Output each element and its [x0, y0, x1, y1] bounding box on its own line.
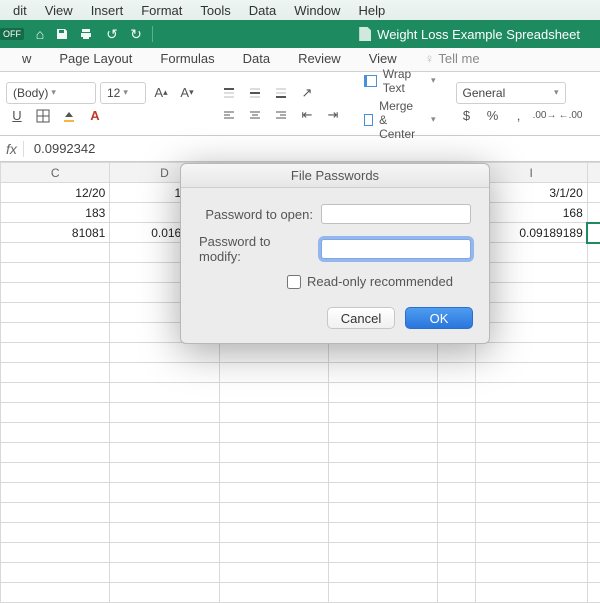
print-icon[interactable]	[79, 27, 97, 41]
tab-review[interactable]: Review	[284, 47, 355, 71]
table-row[interactable]	[1, 343, 600, 363]
fx-icon[interactable]: fx	[6, 141, 24, 157]
cell[interactable]: 12/20	[1, 183, 110, 203]
mac-menubar: dit View Insert Format Tools Data Window…	[0, 0, 600, 20]
col-header-c[interactable]: C	[1, 163, 110, 183]
menu-data[interactable]: Data	[240, 3, 285, 18]
menu-format[interactable]: Format	[132, 3, 191, 18]
fill-color-icon[interactable]	[58, 106, 80, 126]
font-size-value: 12	[107, 86, 120, 100]
menu-help[interactable]: Help	[349, 3, 394, 18]
menu-view[interactable]: View	[36, 3, 82, 18]
align-left-icon[interactable]	[218, 105, 240, 125]
percent-icon[interactable]: %	[482, 106, 504, 126]
col-header-j[interactable]: J	[587, 163, 600, 183]
merge-center-button[interactable]: Merge & Center▾	[364, 99, 436, 141]
menu-tools[interactable]: Tools	[191, 3, 239, 18]
increase-decimal-icon[interactable]: .00→	[534, 106, 556, 126]
table-row[interactable]	[1, 443, 600, 463]
align-center-icon[interactable]	[244, 105, 266, 125]
menu-window[interactable]: Window	[285, 3, 349, 18]
selected-cell[interactable]: 0.0972973	[587, 223, 600, 243]
orientation-icon[interactable]: ↗	[296, 83, 318, 103]
table-row[interactable]	[1, 543, 600, 563]
decrease-indent-icon[interactable]: ⇤	[296, 105, 318, 125]
ribbon-tabs: w Page Layout Formulas Data Review View …	[0, 48, 600, 72]
col-header-i[interactable]: I	[475, 163, 587, 183]
readonly-checkbox[interactable]	[287, 275, 301, 289]
number-format-dropdown[interactable]: General▾	[456, 82, 566, 104]
comma-icon[interactable]: ,	[508, 106, 530, 126]
tell-me-label: Tell me	[438, 51, 479, 66]
tab-page-layout[interactable]: Page Layout	[45, 47, 146, 71]
cell[interactable]: 3/8/20	[587, 183, 600, 203]
table-row[interactable]	[1, 483, 600, 503]
increase-font-icon[interactable]: A▴	[150, 83, 172, 103]
font-name-value: (Body)	[13, 86, 48, 100]
document-icon	[359, 27, 371, 41]
decrease-decimal-icon[interactable]: ←.00	[560, 106, 582, 126]
wrap-text-icon	[364, 75, 377, 87]
menu-edit[interactable]: dit	[4, 3, 36, 18]
cell[interactable]: 183	[1, 203, 110, 223]
cell[interactable]: 3/1/20	[475, 183, 587, 203]
font-color-icon[interactable]: A	[84, 106, 106, 126]
dialog-title: File Passwords	[181, 164, 489, 188]
tab-data[interactable]: Data	[229, 47, 284, 71]
home-icon[interactable]: ⌂	[31, 26, 49, 42]
undo-icon[interactable]: ↺	[103, 26, 121, 43]
tab-unknown[interactable]: w	[8, 47, 45, 71]
cell[interactable]: 168	[475, 203, 587, 223]
ribbon: (Body)▾ 12▾ A▴ A▾ U A ↗	[0, 72, 600, 136]
formula-value[interactable]: 0.0992342	[30, 141, 594, 156]
table-row[interactable]	[1, 363, 600, 383]
table-row[interactable]	[1, 523, 600, 543]
wrap-text-label: Wrap Text	[383, 67, 422, 95]
merge-icon	[364, 114, 373, 126]
ok-button[interactable]: OK	[405, 307, 473, 329]
password-modify-label: Password to modify:	[199, 234, 313, 264]
save-icon[interactable]	[55, 27, 73, 41]
merge-center-label: Merge & Center	[379, 99, 422, 141]
app-titlebar: OFF ⌂ ↺ ↻ Weight Loss Example Spreadshee…	[0, 20, 600, 48]
formula-bar: fx 0.0992342	[0, 136, 600, 162]
cell[interactable]: 81081	[1, 223, 110, 243]
document-title: Weight Loss Example Spreadsheet	[377, 27, 580, 42]
align-top-icon[interactable]	[218, 83, 240, 103]
tab-formulas[interactable]: Formulas	[146, 47, 228, 71]
underline-icon[interactable]: U	[6, 106, 28, 126]
number-format-value: General	[463, 86, 506, 100]
table-row[interactable]	[1, 423, 600, 443]
increase-indent-icon[interactable]: ⇥	[322, 105, 344, 125]
currency-icon[interactable]: $	[456, 106, 478, 126]
align-bottom-icon[interactable]	[270, 83, 292, 103]
bulb-icon: ♀	[425, 51, 435, 66]
decrease-font-icon[interactable]: A▾	[176, 83, 198, 103]
align-right-icon[interactable]	[270, 105, 292, 125]
file-passwords-dialog: File Passwords Password to open: Passwor…	[180, 163, 490, 344]
align-middle-icon[interactable]	[244, 83, 266, 103]
redo-icon[interactable]: ↻	[127, 26, 145, 43]
table-row[interactable]	[1, 563, 600, 583]
font-size-dropdown[interactable]: 12▾	[100, 82, 146, 104]
table-row[interactable]	[1, 403, 600, 423]
font-name-dropdown[interactable]: (Body)▾	[6, 82, 96, 104]
menu-insert[interactable]: Insert	[82, 3, 133, 18]
table-row[interactable]	[1, 503, 600, 523]
readonly-label: Read-only recommended	[307, 274, 453, 289]
table-row[interactable]	[1, 463, 600, 483]
cell[interactable]: 167	[587, 203, 600, 223]
table-row[interactable]	[1, 383, 600, 403]
cell[interactable]: 0.09189189	[475, 223, 587, 243]
autosave-toggle[interactable]: OFF	[0, 28, 24, 40]
password-modify-input[interactable]	[321, 239, 471, 259]
wrap-text-button[interactable]: Wrap Text▾	[364, 67, 436, 95]
cancel-button[interactable]: Cancel	[327, 307, 395, 329]
border-icon[interactable]	[32, 106, 54, 126]
password-open-input[interactable]	[321, 204, 471, 224]
password-open-label: Password to open:	[205, 207, 313, 222]
